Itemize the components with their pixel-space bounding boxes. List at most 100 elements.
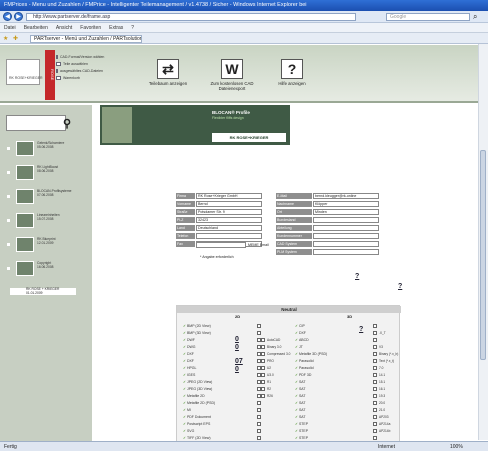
form-input[interactable]: [196, 233, 262, 239]
option-checkbox[interactable]: [373, 429, 377, 433]
email-format-input[interactable]: [196, 242, 246, 248]
option-checkbox[interactable]: [373, 387, 377, 391]
menu-file[interactable]: Datei: [4, 23, 16, 33]
zoom-label[interactable]: 100%: [450, 444, 463, 450]
forward-icon[interactable]: ▶: [14, 12, 23, 21]
tree-button[interactable]: ⇄ Teilebaum anzeigen: [148, 59, 188, 86]
header-link[interactable]: Teile auswählen: [56, 60, 96, 67]
help-link[interactable]: 0: [235, 366, 239, 373]
option-checkbox[interactable]: [373, 366, 377, 370]
help-link[interactable]: ?: [398, 283, 402, 290]
form-input[interactable]: [313, 241, 379, 247]
option-checkbox[interactable]: [373, 408, 377, 412]
format-option[interactable]: ✓JPEG (2D View): [183, 380, 212, 384]
format-option[interactable]: ✓Parasolid: [295, 359, 314, 363]
format-option[interactable]: ✓BMP (2D View): [183, 324, 211, 328]
format-option[interactable]: ✓Metafile 3D (PSD): [295, 352, 327, 356]
option-checkbox[interactable]: [373, 324, 377, 328]
option-checkbox[interactable]: [373, 338, 377, 342]
format-option[interactable]: ✓JPEG (3D View): [183, 387, 212, 391]
star-icon[interactable]: ★: [3, 35, 8, 42]
option-checkbox[interactable]: [261, 366, 265, 370]
format-checkbox[interactable]: [257, 324, 261, 328]
format-option[interactable]: ✓MI: [183, 408, 191, 412]
option-checkbox[interactable]: [373, 422, 377, 426]
menu-view[interactable]: Ansicht: [56, 23, 72, 33]
scrollbar-thumb[interactable]: [480, 150, 486, 360]
format-option[interactable]: ✓SAT: [295, 387, 306, 391]
format-option[interactable]: ✓DWG: [183, 345, 196, 349]
format-option[interactable]: ✓SAT: [295, 380, 306, 384]
format-option[interactable]: ✓Metafile 2D (PSD): [183, 401, 215, 405]
option-checkbox[interactable]: [261, 352, 265, 356]
format-checkbox[interactable]: [257, 401, 261, 405]
format-option[interactable]: ✓SVG: [183, 429, 194, 433]
help-link[interactable]: ?: [359, 326, 363, 333]
format-option[interactable]: ✓BMP (3D View): [183, 331, 211, 335]
option-checkbox[interactable]: [261, 359, 265, 363]
url-input[interactable]: http://www.partserver.de/frame.asp: [26, 13, 356, 21]
format-option[interactable]: ✓PDF 3D: [295, 373, 311, 377]
option-checkbox[interactable]: [373, 394, 377, 398]
format-option[interactable]: ✓SAT: [295, 401, 306, 405]
format-option[interactable]: ✓ABCD: [295, 338, 309, 342]
option-checkbox[interactable]: [373, 331, 377, 335]
help-button[interactable]: ? Hilfe anzeigen: [272, 59, 312, 86]
tab-page[interactable]: PARTserver - Menü und Zuzahlen / PARTsol…: [30, 35, 142, 43]
form-input[interactable]: Deutschland: [196, 225, 262, 231]
format-checkbox[interactable]: [257, 436, 261, 440]
format-option[interactable]: ✓Metafile 2D: [183, 394, 205, 398]
menu-help[interactable]: ?: [131, 23, 134, 33]
option-checkbox[interactable]: [261, 394, 265, 398]
sidebar-item[interactable]: BLOCAN-Profilsysteme 07.06.2008: [16, 189, 88, 206]
format-option[interactable]: ✓Postscript EPS: [183, 422, 210, 426]
option-checkbox[interactable]: [261, 373, 265, 377]
format-option[interactable]: ✓DXF: [183, 352, 194, 356]
format-option[interactable]: ✓DWF: [183, 338, 195, 342]
format-option[interactable]: ✓STEP: [295, 436, 308, 440]
sidebar-item[interactable]: Gelenk/Scharniere 05.06.2008: [16, 141, 88, 158]
menu-favorites[interactable]: Favoriten: [80, 23, 101, 33]
format-option[interactable]: ✓PDF Dokument: [183, 415, 211, 419]
form-input[interactable]: Bernd: [196, 201, 262, 207]
option-checkbox[interactable]: [373, 436, 377, 440]
format-option[interactable]: ✓JT: [295, 345, 303, 349]
form-input[interactable]: bernd.kleugger@rk-online: [313, 193, 379, 199]
form-input[interactable]: [313, 217, 379, 223]
option-checkbox[interactable]: [373, 401, 377, 405]
format-option[interactable]: ✓SAT: [295, 408, 306, 412]
option-checkbox[interactable]: [373, 359, 377, 363]
add-favorite-icon[interactable]: ✚: [13, 35, 18, 42]
menu-tools[interactable]: Extras: [109, 23, 123, 33]
sidebar-item[interactable]: RK Blueprint 12.01.2009: [16, 237, 88, 254]
option-checkbox[interactable]: [261, 338, 265, 342]
help-link[interactable]: 0: [235, 344, 239, 351]
form-input[interactable]: Minden: [313, 209, 379, 215]
format-option[interactable]: ✓Parasolid: [295, 366, 314, 370]
option-checkbox[interactable]: [373, 380, 377, 384]
help-link[interactable]: 0: [235, 336, 239, 343]
format-checkbox[interactable]: [257, 408, 261, 412]
format-checkbox[interactable]: [257, 331, 261, 335]
option-checkbox[interactable]: [261, 387, 265, 391]
sidebar-item[interactable]: Copyright 16.06.2008: [16, 261, 88, 278]
form-input[interactable]: 32423: [196, 217, 262, 223]
option-checkbox[interactable]: [261, 380, 265, 384]
form-input[interactable]: Potsdamer Str. 9: [196, 209, 262, 215]
sidebar-item[interactable]: Lineareinheiten 15.07.2008: [16, 213, 88, 230]
option-checkbox[interactable]: [261, 345, 265, 349]
form-input[interactable]: RK Rose+Krieger GmbH: [196, 193, 262, 199]
header-link[interactable]: Warenkorb: [56, 74, 96, 81]
search-icon[interactable]: ⌕: [473, 12, 477, 22]
format-option[interactable]: ✓IGES: [183, 373, 195, 377]
help-link[interactable]: ?: [355, 273, 359, 280]
option-checkbox[interactable]: [373, 345, 377, 349]
format-option[interactable]: ✓HPGL: [183, 366, 196, 370]
format-option[interactable]: ✓TIFF (2D View): [183, 436, 211, 440]
menu-edit[interactable]: Bearbeiten: [24, 23, 48, 33]
format-option[interactable]: ✓DXF: [295, 331, 306, 335]
search-input[interactable]: Google: [386, 13, 470, 21]
back-icon[interactable]: ◀: [3, 12, 12, 21]
option-checkbox[interactable]: [373, 352, 377, 356]
sidebar-search-input[interactable]: [6, 115, 66, 131]
